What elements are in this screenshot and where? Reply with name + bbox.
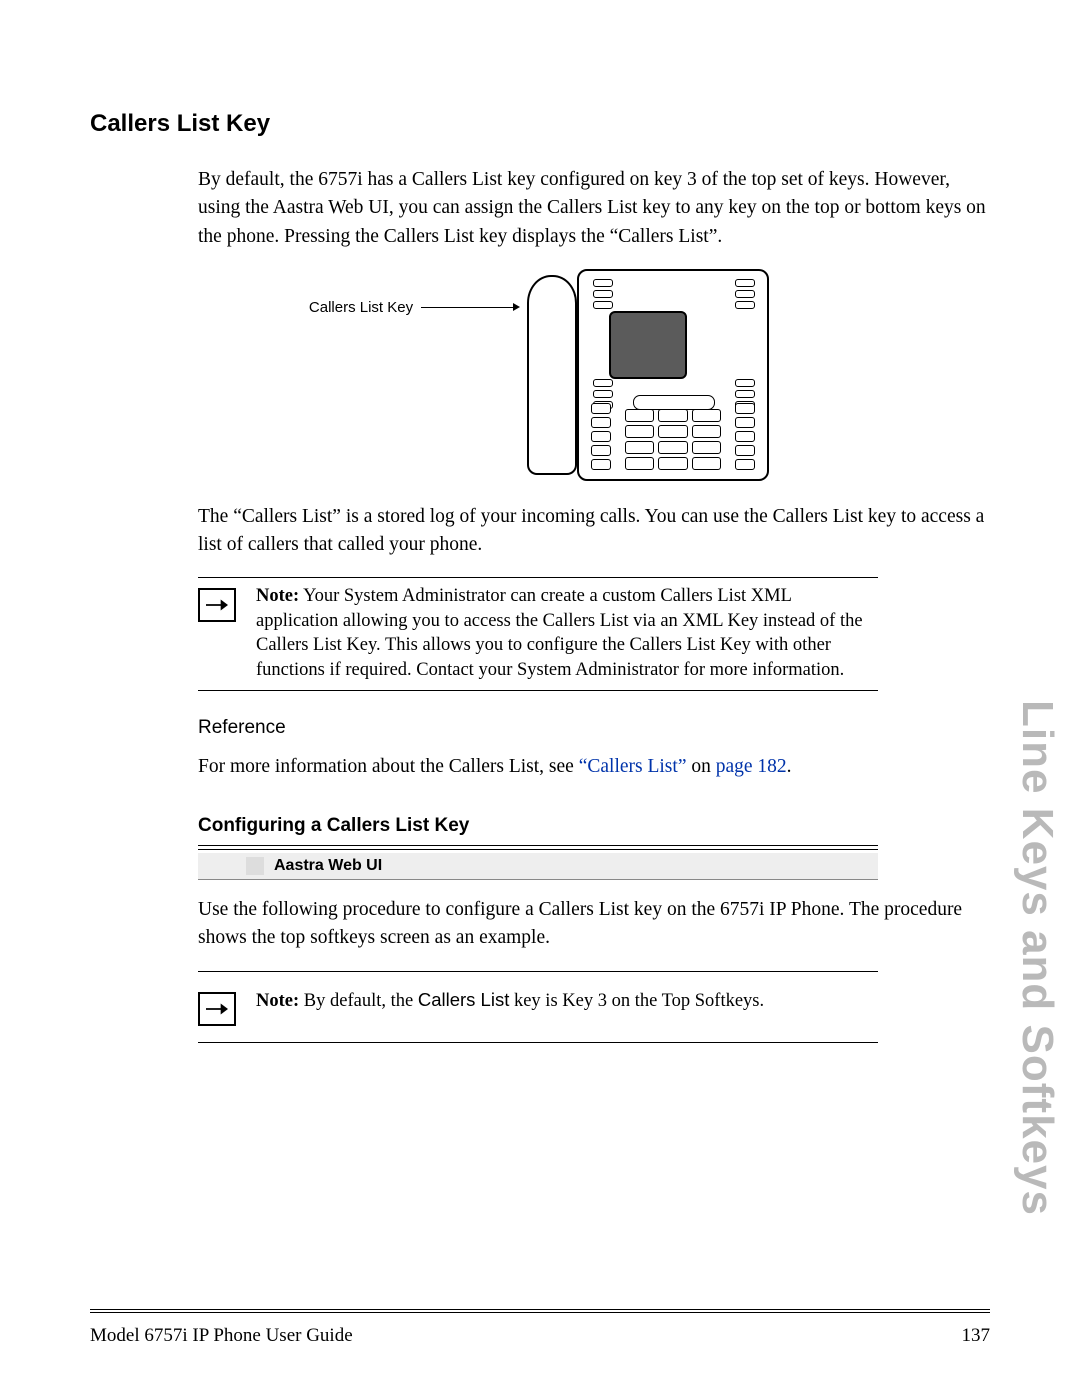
banner-aastra-web-ui: Aastra Web UI	[198, 845, 878, 880]
note-1-text: Note: Your System Administrator can crea…	[256, 584, 878, 682]
reference-heading: Reference	[198, 717, 990, 739]
footer-page-number: 137	[962, 1325, 991, 1347]
reference-paragraph: For more information about the Callers L…	[198, 753, 990, 781]
paragraph-intro: By default, the 6757i has a Callers List…	[198, 166, 990, 251]
paragraph-description: The “Callers List” is a stored log of yo…	[198, 503, 990, 560]
paragraph-procedure: Use the following procedure to configure…	[198, 896, 990, 953]
banner-icon	[246, 857, 264, 875]
figure-label: Callers List Key	[309, 299, 413, 316]
page-footer: Model 6757i IP Phone User Guide 137	[90, 1325, 990, 1347]
figure-phone: Callers List Key	[90, 269, 990, 479]
link-page-182[interactable]: page 182	[716, 756, 787, 777]
link-callers-list[interactable]: “Callers List”	[579, 756, 687, 777]
figure-callout-line	[421, 307, 513, 308]
phone-illustration	[521, 269, 771, 479]
note-block-2: Note: By default, the Callers List key i…	[198, 971, 878, 1043]
heading-callers-list-key: Callers List Key	[90, 110, 990, 138]
subheading-configuring: Configuring a Callers List Key	[198, 815, 990, 837]
note-2-text: Note: By default, the Callers List key i…	[256, 988, 764, 1013]
banner-text: Aastra Web UI	[274, 857, 382, 875]
vertical-section-title: Line Keys and Softkeys	[1012, 700, 1062, 1216]
arrow-right-icon	[198, 992, 236, 1026]
document-page: Line Keys and Softkeys Callers List Key …	[0, 0, 1080, 1397]
footer-title: Model 6757i IP Phone User Guide	[90, 1325, 353, 1347]
note-block-1: Note: Your System Administrator can crea…	[198, 577, 878, 691]
arrow-right-icon	[198, 588, 236, 622]
footer-rule	[90, 1309, 990, 1315]
